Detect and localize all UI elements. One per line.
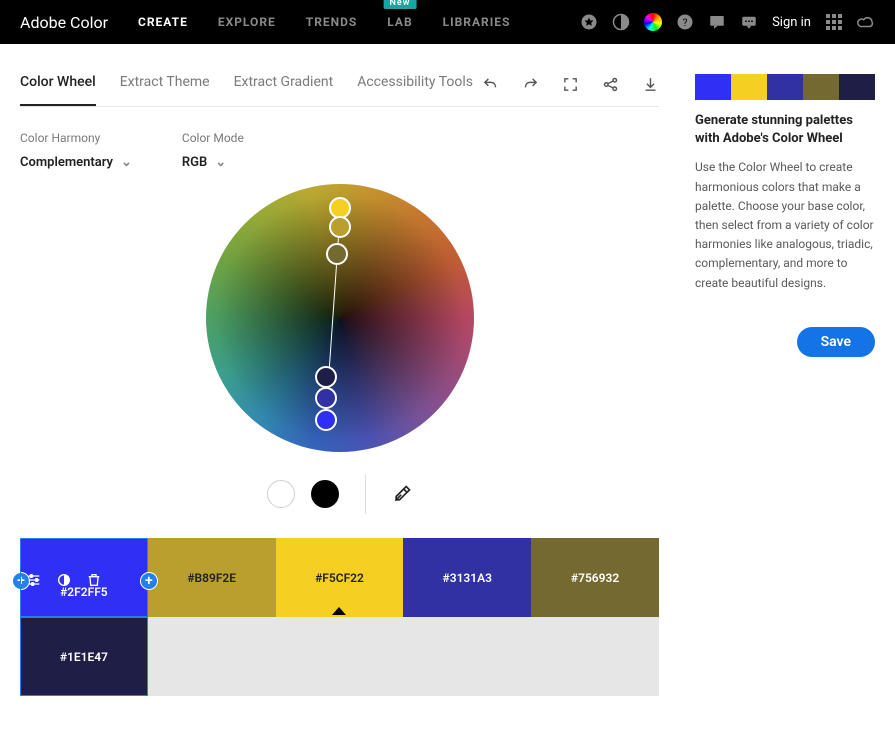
palette-preview bbox=[695, 74, 875, 100]
contrast-icon[interactable] bbox=[56, 572, 72, 588]
tab-accessibility[interactable]: Accessibility Tools bbox=[357, 74, 473, 106]
swatch-hex: #756932 bbox=[571, 571, 619, 585]
eyedropper-icon[interactable] bbox=[392, 484, 412, 504]
swatch-row: #2F2FF5+#B89F2E+#F5CF22#3131A3#756932 bbox=[20, 538, 659, 617]
share-icon[interactable] bbox=[601, 75, 619, 93]
download-icon[interactable] bbox=[641, 75, 659, 93]
trash-icon[interactable] bbox=[86, 572, 102, 588]
harmony-value: Complementary bbox=[20, 155, 113, 170]
toolbar-actions bbox=[481, 75, 659, 105]
creative-cloud-icon[interactable] bbox=[857, 13, 875, 31]
harmony-group: Color Harmony Complementary ⌄ bbox=[20, 131, 132, 170]
wheel-handle[interactable] bbox=[315, 366, 337, 388]
apps-icon[interactable] bbox=[825, 13, 843, 31]
separator bbox=[365, 474, 366, 514]
nav-trends[interactable]: TRENDS bbox=[306, 15, 358, 29]
nav-libraries[interactable]: LIBRARIES bbox=[443, 15, 511, 29]
panel-body: Use the Color Wheel to create harmonious… bbox=[695, 158, 875, 292]
nav-lab[interactable]: LAB New bbox=[387, 15, 412, 29]
nav-links: CREATE EXPLORE TRENDS LAB New LIBRARIES bbox=[138, 15, 580, 29]
dropdown-row: Color Harmony Complementary ⌄ Color Mode… bbox=[20, 131, 659, 170]
nav-explore[interactable]: EXPLORE bbox=[218, 15, 276, 29]
swatch-empty[interactable] bbox=[531, 617, 659, 696]
preview-swatch bbox=[839, 74, 875, 100]
add-swatch-button[interactable]: + bbox=[140, 572, 158, 590]
black-toggle[interactable] bbox=[311, 480, 339, 508]
svg-text:?: ? bbox=[683, 16, 688, 29]
tab-color-wheel[interactable]: Color Wheel bbox=[20, 74, 96, 106]
mode-value: RGB bbox=[182, 155, 207, 170]
swatch-hex: #B89F2E bbox=[187, 571, 236, 585]
preview-swatch bbox=[803, 74, 839, 100]
harmony-dropdown[interactable]: Complementary ⌄ bbox=[20, 155, 132, 170]
mode-group: Color Mode RGB ⌄ bbox=[182, 131, 244, 170]
subtab-row: Color Wheel Extract Theme Extract Gradie… bbox=[20, 74, 659, 107]
sliders-icon[interactable] bbox=[26, 572, 42, 588]
swatch-empty[interactable] bbox=[403, 617, 531, 696]
color-wheel[interactable] bbox=[206, 184, 474, 452]
swatch-hex: #3131A3 bbox=[443, 571, 492, 585]
wheel-handle[interactable] bbox=[315, 409, 337, 431]
harmony-label: Color Harmony bbox=[20, 131, 132, 145]
mode-label: Color Mode bbox=[182, 131, 244, 145]
nav-create[interactable]: CREATE bbox=[138, 15, 188, 29]
feedback-icon[interactable] bbox=[708, 13, 726, 31]
swatch-hex: #F5CF22 bbox=[315, 571, 364, 585]
save-button[interactable]: Save bbox=[797, 327, 875, 357]
top-nav: Adobe Color CREATE EXPLORE TRENDS LAB Ne… bbox=[0, 0, 895, 44]
star-icon[interactable] bbox=[580, 13, 598, 31]
swatch-hex: #1E1E47 bbox=[60, 650, 108, 664]
wheel-area bbox=[20, 178, 659, 514]
wheel-handle[interactable] bbox=[326, 243, 348, 265]
mode-dropdown[interactable]: RGB ⌄ bbox=[182, 155, 244, 170]
preview-swatch bbox=[767, 74, 803, 100]
main: Color Wheel Extract Theme Extract Gradie… bbox=[0, 44, 895, 696]
swatch[interactable]: #F5CF22 bbox=[276, 538, 404, 617]
swatch[interactable]: #3131A3 bbox=[403, 538, 531, 617]
swatch-empty[interactable] bbox=[148, 617, 276, 696]
swatch-row: #1E1E47 bbox=[20, 617, 659, 696]
right-panel: Generate stunning palettes with Adobe's … bbox=[695, 74, 875, 696]
save-row: Save bbox=[695, 327, 875, 357]
brand-name: Adobe Color bbox=[20, 13, 108, 32]
white-toggle[interactable] bbox=[267, 480, 295, 508]
swatch[interactable]: #1E1E47 bbox=[20, 617, 148, 696]
new-badge: New bbox=[384, 0, 417, 9]
chevron-down-icon: ⌄ bbox=[215, 155, 226, 170]
panel-title: Generate stunning palettes with Adobe's … bbox=[695, 112, 875, 148]
nav-icons: ? Sign in bbox=[580, 13, 875, 31]
nav-lab-label: LAB bbox=[387, 15, 412, 29]
help-icon[interactable]: ? bbox=[676, 13, 694, 31]
swatch[interactable]: #B89F2E+ bbox=[148, 538, 276, 617]
swatch-grid: #2F2FF5+#B89F2E+#F5CF22#3131A3#756932 #1… bbox=[20, 538, 659, 696]
swatch[interactable]: #756932 bbox=[531, 538, 659, 617]
wheel-handle[interactable] bbox=[329, 216, 351, 238]
swatch-empty[interactable] bbox=[276, 617, 404, 696]
subtabs: Color Wheel Extract Theme Extract Gradie… bbox=[20, 74, 481, 106]
swatch[interactable]: #2F2FF5+ bbox=[20, 538, 148, 617]
undo-icon[interactable] bbox=[481, 75, 499, 93]
chat-icon[interactable] bbox=[740, 13, 758, 31]
color-wheel-icon[interactable] bbox=[644, 13, 662, 31]
tab-extract-gradient[interactable]: Extract Gradient bbox=[234, 74, 334, 106]
tab-extract-theme[interactable]: Extract Theme bbox=[120, 74, 210, 106]
redo-icon[interactable] bbox=[521, 75, 539, 93]
left-column: Color Wheel Extract Theme Extract Gradie… bbox=[20, 74, 659, 696]
contrast-icon[interactable] bbox=[612, 13, 630, 31]
bw-row bbox=[267, 474, 412, 514]
preview-swatch bbox=[695, 74, 731, 100]
chevron-down-icon: ⌄ bbox=[121, 155, 132, 170]
base-marker-icon bbox=[332, 607, 346, 615]
sign-in-link[interactable]: Sign in bbox=[772, 15, 811, 30]
preview-swatch bbox=[731, 74, 767, 100]
wheel-handle[interactable] bbox=[315, 387, 337, 409]
fullscreen-icon[interactable] bbox=[561, 75, 579, 93]
swatch-tools bbox=[26, 572, 102, 588]
